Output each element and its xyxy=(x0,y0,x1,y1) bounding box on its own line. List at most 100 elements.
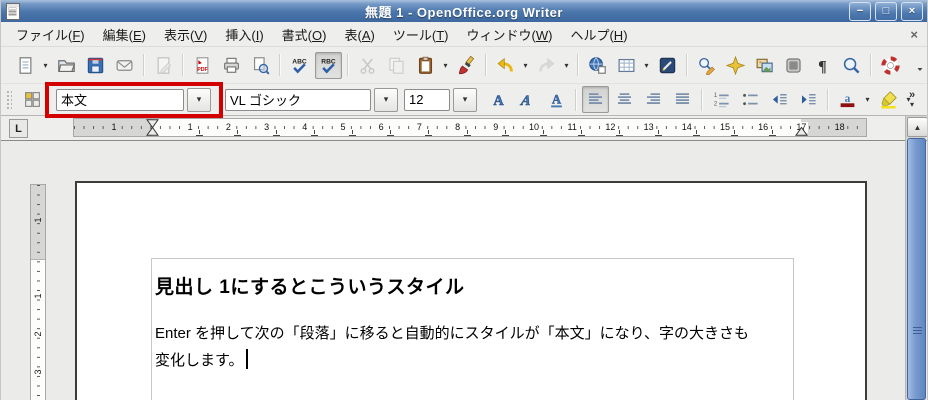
spellcheck-button[interactable]: ABC xyxy=(286,52,313,79)
auto-spellcheck-button[interactable]: RBC xyxy=(315,51,342,79)
zoom-button[interactable] xyxy=(838,52,865,79)
close-button[interactable]: × xyxy=(901,2,923,21)
paste-button[interactable] xyxy=(412,52,439,79)
page-preview-button[interactable] xyxy=(247,52,274,79)
italic-icon: A xyxy=(518,90,537,109)
body-line[interactable]: 変化します。 xyxy=(155,347,793,374)
align-right-button[interactable] xyxy=(640,86,667,113)
open-button[interactable] xyxy=(53,52,80,79)
toolbar-grip[interactable] xyxy=(5,88,12,111)
paragraph-style-input[interactable] xyxy=(56,88,184,111)
style-dropdown-button[interactable]: ▾ xyxy=(187,87,211,112)
email-icon xyxy=(115,56,134,75)
toolbar-separator xyxy=(577,54,579,76)
save-button[interactable] xyxy=(82,52,109,79)
numbered-list-button[interactable]: 12 xyxy=(708,86,735,113)
font-name-combo: ▾ xyxy=(225,87,398,112)
toolbar-overflow-button[interactable]: » ▾ xyxy=(902,84,922,116)
help-icon xyxy=(881,55,900,75)
new-document-button[interactable] xyxy=(12,52,39,79)
italic-button[interactable]: A xyxy=(514,86,541,113)
align-center-button[interactable] xyxy=(611,86,638,113)
menu-tools[interactable]: ツール(T) xyxy=(384,22,458,47)
title-bar[interactable]: 無題 1 - OpenOffice.org Writer − □ × xyxy=(1,0,927,23)
minimize-button[interactable]: − xyxy=(849,2,871,21)
paste-dropdown[interactable]: ▾ xyxy=(440,53,451,78)
menu-bar: ファイル(F) 編集(E) 表示(V) 挿入(I) 書式(O) 表(A) ツール(T) ウィン… xyxy=(1,22,927,47)
align-left-button[interactable] xyxy=(582,86,609,113)
increase-indent-button[interactable] xyxy=(795,86,822,113)
underline-button[interactable]: A xyxy=(543,86,570,113)
menu-edit[interactable]: 編集(E) xyxy=(94,22,155,47)
copy-button[interactable] xyxy=(383,52,410,79)
menu-window[interactable]: ウィンドウ(W) xyxy=(457,22,561,47)
scroll-up-button[interactable]: ▲ xyxy=(907,117,927,137)
tab-stop-selector[interactable]: L xyxy=(9,119,28,138)
undo-dropdown[interactable]: ▾ xyxy=(520,53,531,78)
maximize-button[interactable]: □ xyxy=(875,2,897,21)
export-pdf-button[interactable]: PDF xyxy=(189,52,216,79)
justify-button[interactable] xyxy=(669,86,696,113)
styles-panel-button[interactable] xyxy=(19,86,46,113)
font-size-input[interactable] xyxy=(404,88,450,111)
new-document-dropdown[interactable]: ▾ xyxy=(40,53,51,78)
document-body[interactable]: Enter を押して次の「段落」に移ると自動的にスタイルが「本文」になり、字の大… xyxy=(155,320,793,374)
vertical-scrollbar[interactable]: ▲ xyxy=(905,116,927,400)
ruler-number: 3 xyxy=(262,122,272,133)
font-dropdown-button[interactable]: ▾ xyxy=(374,87,398,112)
undo-button[interactable] xyxy=(492,52,519,79)
left-indent-marker[interactable] xyxy=(146,119,159,136)
body-line[interactable]: Enter を押して次の「段落」に移ると自動的にスタイルが「本文」になり、字の大… xyxy=(155,320,793,347)
horizontal-ruler[interactable]: 1 1 2 3 4 5 6 7 8 9 10 11 12 13 14 15 16 17 18 xyxy=(73,118,867,137)
align-center-icon xyxy=(615,90,634,109)
ruler-number: 1 xyxy=(33,293,43,299)
font-name-input[interactable] xyxy=(225,88,371,111)
email-button[interactable] xyxy=(111,52,138,79)
cut-button[interactable] xyxy=(354,52,381,79)
scrollbar-thumb[interactable] xyxy=(907,138,926,400)
edit-file-button[interactable] xyxy=(150,52,177,79)
close-document-icon[interactable]: × xyxy=(910,27,918,42)
toolbar-separator xyxy=(701,88,703,111)
vertical-ruler[interactable]: 1 1 2 3 xyxy=(30,184,46,400)
gallery-button[interactable] xyxy=(751,52,778,79)
toolbar-more-icon xyxy=(910,56,927,75)
menu-view[interactable]: 表示(V) xyxy=(155,22,216,47)
insert-table-dropdown[interactable]: ▾ xyxy=(641,53,652,78)
insert-table-button[interactable] xyxy=(613,52,640,79)
menu-format[interactable]: 書式(O) xyxy=(273,22,336,47)
right-indent-marker[interactable] xyxy=(795,119,809,136)
document-heading[interactable]: 見出し 1にするとこういうスタイル xyxy=(155,272,793,299)
redo-button[interactable] xyxy=(533,52,560,79)
menu-insert[interactable]: 挿入(I) xyxy=(216,22,272,47)
hyperlink-button[interactable] xyxy=(584,52,611,79)
document-icon xyxy=(6,3,20,20)
toolbar-more-button[interactable] xyxy=(906,52,927,79)
font-color-button[interactable]: a xyxy=(834,86,861,113)
navigator-button[interactable] xyxy=(722,52,749,79)
print-button[interactable] xyxy=(218,52,245,79)
menu-file[interactable]: ファイル(F) xyxy=(7,22,94,47)
font-color-dropdown[interactable]: ▾ xyxy=(862,87,873,112)
toolbar-separator xyxy=(279,54,281,76)
highlighting-button[interactable] xyxy=(875,86,902,113)
data-sources-button[interactable] xyxy=(780,52,807,79)
redo-dropdown[interactable]: ▾ xyxy=(561,53,572,78)
formatting-marks-button[interactable]: ¶ xyxy=(809,52,836,79)
document-page[interactable]: 見出し 1にするとこういうスタイル Enter を押して次の「段落」に移ると自動… xyxy=(75,181,867,400)
draw-functions-button[interactable] xyxy=(654,52,681,79)
size-dropdown-button[interactable]: ▾ xyxy=(453,87,477,112)
menu-table[interactable]: 表(A) xyxy=(335,22,383,47)
text-cursor xyxy=(245,349,248,369)
print-icon xyxy=(222,56,241,75)
bold-button[interactable]: A xyxy=(485,86,512,113)
format-paintbrush-button[interactable] xyxy=(453,52,480,79)
default-tab-stop xyxy=(463,130,471,136)
document-workspace[interactable]: 1 1 2 3 見出し 1にするとこういうスタイル Enter を押して次の「段落」に… xyxy=(1,140,927,400)
help-button[interactable] xyxy=(877,52,904,79)
bullet-list-button[interactable] xyxy=(737,86,764,113)
decrease-indent-button[interactable] xyxy=(766,86,793,113)
menu-help[interactable]: ヘルプ(H) xyxy=(561,22,636,47)
find-replace-button[interactable] xyxy=(693,52,720,79)
ruler-number: 1 xyxy=(109,122,119,133)
